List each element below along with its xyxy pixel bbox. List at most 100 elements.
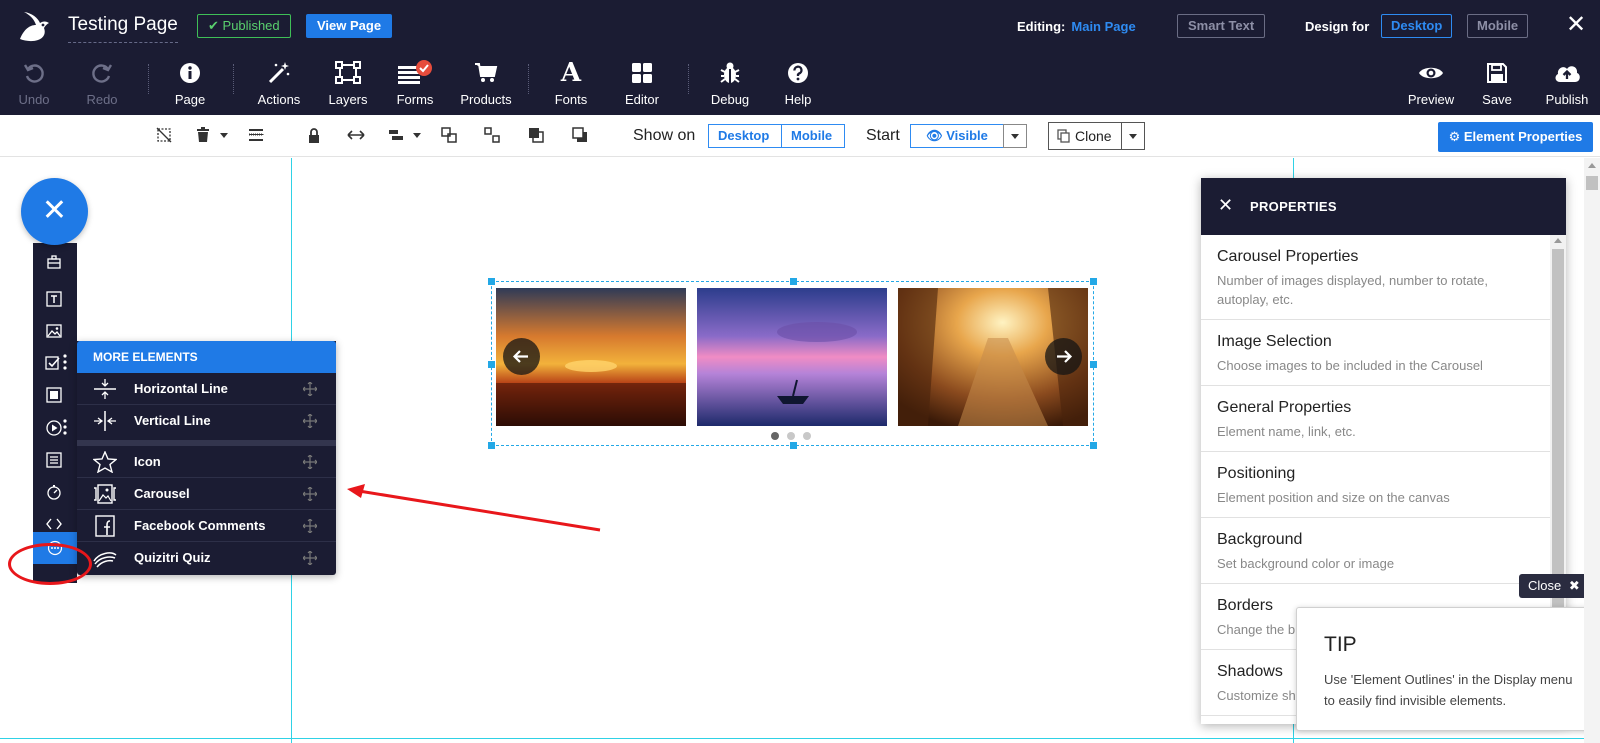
section-icon[interactable] <box>45 254 63 272</box>
editor-button[interactable]: Editor <box>620 58 664 110</box>
layers-button[interactable]: Layers <box>326 58 370 110</box>
design-mobile-button[interactable]: Mobile <box>1467 14 1529 38</box>
align-dropdown-icon[interactable] <box>413 133 421 138</box>
carousel-next-button[interactable] <box>1045 338 1082 375</box>
send-backward-button[interactable] <box>570 125 590 145</box>
help-button[interactable]: Help <box>776 58 820 110</box>
scroll-up-icon[interactable] <box>1554 238 1562 243</box>
tip-title: TIP <box>1324 633 1357 656</box>
editing-page-link[interactable]: Main Page <box>1071 19 1135 34</box>
prop-positioning[interactable]: Positioning Element position and size on… <box>1201 452 1550 518</box>
resize-handle[interactable] <box>488 361 495 368</box>
redo-icon <box>92 64 113 83</box>
text-element-icon[interactable] <box>45 290 63 308</box>
actions-button[interactable]: Actions <box>254 58 304 110</box>
group-button[interactable] <box>439 125 459 145</box>
fonts-button[interactable]: A Fonts <box>549 58 593 110</box>
carousel-dot[interactable] <box>803 432 811 440</box>
clone-dropdown[interactable] <box>1121 122 1145 150</box>
chevron-down-icon <box>1011 134 1019 139</box>
deselect-button[interactable] <box>154 125 174 145</box>
element-quizitri-quiz[interactable]: Quizitri Quiz <box>77 542 336 574</box>
delete-dropdown-icon[interactable] <box>220 133 228 138</box>
prop-title: Carousel Properties <box>1217 248 1359 265</box>
drag-handle-icon[interactable] <box>303 382 317 396</box>
stretch-width-button[interactable] <box>346 125 366 145</box>
align-tool-button[interactable] <box>246 125 266 145</box>
timer-element-icon[interactable] <box>45 483 63 501</box>
element-horizontal-line[interactable]: Horizontal Line <box>77 373 336 405</box>
visibility-dropdown[interactable] <box>1003 124 1027 148</box>
element-vertical-line[interactable]: Vertical Line <box>77 405 336 437</box>
carousel-prev-button[interactable] <box>503 338 540 375</box>
element-carousel[interactable]: Carousel <box>77 478 336 510</box>
carousel-dot[interactable] <box>771 432 779 440</box>
resize-handle[interactable] <box>1090 442 1097 449</box>
show-on-mobile-toggle[interactable]: Mobile <box>781 124 845 148</box>
close-properties-icon[interactable]: ✕ <box>1218 195 1233 216</box>
window-scrollbar[interactable] <box>1584 158 1600 743</box>
resize-handle[interactable] <box>488 442 495 449</box>
smart-text-button[interactable]: Smart Text <box>1177 14 1266 38</box>
video-element-icon[interactable] <box>45 419 63 437</box>
drag-handle-icon[interactable] <box>303 414 317 428</box>
close-editor-icon[interactable]: ✕ <box>1564 12 1588 38</box>
bring-forward-button[interactable] <box>526 125 546 145</box>
forms-button[interactable]: Forms <box>393 58 437 110</box>
clone-button[interactable]: Clone <box>1048 122 1122 150</box>
design-desktop-button[interactable]: Desktop <box>1381 14 1453 38</box>
delete-button[interactable] <box>193 125 213 145</box>
scrollbar-thumb[interactable] <box>1586 176 1598 190</box>
carousel-element[interactable] <box>488 278 1097 449</box>
prop-image-selection[interactable]: Image Selection Choose images to be incl… <box>1201 320 1550 386</box>
resize-handle[interactable] <box>790 442 797 449</box>
debug-button[interactable]: Debug <box>708 58 752 110</box>
code-element-icon[interactable] <box>45 515 63 533</box>
element-properties-button[interactable]: ⚙ Element Properties <box>1438 122 1593 152</box>
copy-icon <box>1057 129 1070 143</box>
drag-handle-icon[interactable] <box>303 487 317 501</box>
ungroup-button[interactable] <box>482 125 502 145</box>
prop-carousel-properties[interactable]: Carousel Properties Number of images dis… <box>1201 235 1550 320</box>
scroll-up-icon[interactable] <box>1588 163 1596 168</box>
box-element-icon[interactable] <box>45 386 63 404</box>
scrollbar-thumb[interactable] <box>1552 249 1564 629</box>
preview-button[interactable]: Preview <box>1406 58 1456 110</box>
list-element-icon[interactable] <box>45 451 63 469</box>
save-button[interactable]: Save <box>1477 58 1517 110</box>
view-page-button[interactable]: View Page <box>306 14 393 38</box>
drag-handle-icon[interactable] <box>303 455 317 469</box>
element-facebook-comments[interactable]: Facebook Comments <box>77 510 336 542</box>
page-title[interactable]: Testing Page <box>68 14 178 43</box>
prop-title: Background <box>1217 531 1303 548</box>
resize-handle[interactable] <box>488 278 495 285</box>
drag-handle-icon[interactable] <box>303 551 317 565</box>
publish-button[interactable]: Publish <box>1540 58 1594 110</box>
carousel-dot[interactable] <box>787 432 795 440</box>
show-on-desktop-toggle[interactable]: Desktop <box>708 124 782 148</box>
publish-label: Publish <box>1545 92 1589 107</box>
align-button[interactable] <box>386 125 406 145</box>
close-tip-button[interactable]: Close ✖ <box>1519 574 1588 598</box>
save-label: Save <box>1482 92 1512 107</box>
add-element-fab[interactable]: ✕ <box>21 178 88 245</box>
redo-button[interactable]: Redo <box>82 58 122 110</box>
element-icon[interactable]: Icon <box>77 446 336 478</box>
page-button[interactable]: Page <box>170 58 210 110</box>
prop-background[interactable]: Background Set background color or image <box>1201 518 1550 584</box>
products-button[interactable]: Products <box>458 58 514 110</box>
resize-handle[interactable] <box>790 278 797 285</box>
form-element-icon[interactable] <box>45 354 63 372</box>
grid-icon <box>632 63 652 83</box>
visibility-label: Visible <box>946 128 988 143</box>
drag-handle-icon[interactable] <box>303 519 317 533</box>
visibility-button[interactable]: 👁 Visible <box>910 124 1004 148</box>
published-badge: ✔ Published <box>197 14 291 38</box>
lock-button[interactable] <box>304 125 324 145</box>
resize-handle[interactable] <box>1090 361 1097 368</box>
image-element-icon[interactable] <box>45 322 63 340</box>
resize-handle[interactable] <box>1090 278 1097 285</box>
undo-button[interactable]: Undo <box>14 58 54 110</box>
rabbit-logo-icon[interactable] <box>16 9 52 43</box>
prop-general-properties[interactable]: General Properties Element name, link, e… <box>1201 386 1550 452</box>
